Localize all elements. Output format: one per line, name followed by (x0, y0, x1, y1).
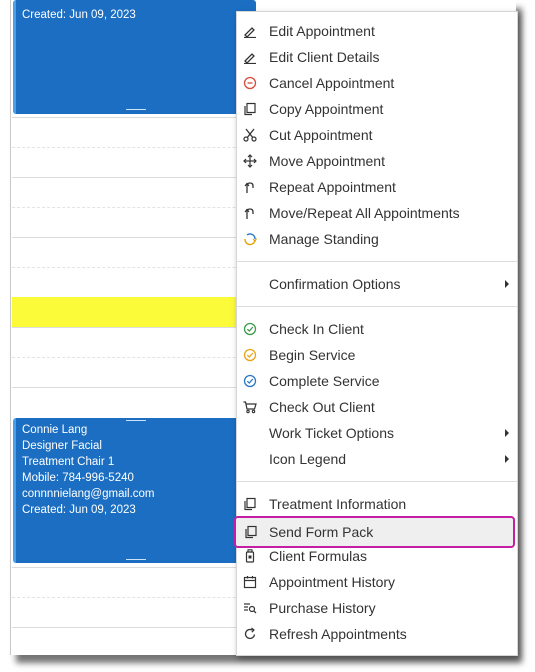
copy-icon (243, 102, 257, 116)
menu-item-confirmation-options[interactable]: Confirmation Options (237, 271, 517, 297)
resize-handle[interactable] (126, 109, 146, 110)
menu-item-cut-appointment[interactable]: Cut Appointment (237, 122, 517, 148)
menu-item-complete-service[interactable]: Complete Service (237, 368, 517, 394)
menu-item-treatment-information[interactable]: Treatment Information (237, 491, 517, 517)
scissors-icon (243, 128, 257, 142)
check-circle-orange-icon (243, 348, 257, 362)
submenu-arrow-icon (505, 429, 509, 437)
menu-item-icon-legend[interactable]: Icon Legend (237, 446, 517, 472)
pencil-icon (243, 24, 257, 39)
appointment-context-menu: Edit Appointment Edit Client Details Can… (234, 11, 518, 656)
appointment-block[interactable]: Connie Lang Designer Facial Treatment Ch… (13, 418, 256, 563)
appointment-created: Created: Jun 09, 2023 (22, 504, 136, 516)
calendar-icon (243, 575, 257, 589)
menu-item-manage-standing[interactable]: Manage Standing (237, 226, 517, 252)
menu-item-check-out-client[interactable]: Check Out Client (237, 394, 517, 420)
check-circle-green-icon (243, 322, 257, 336)
resize-handle[interactable] (126, 420, 146, 421)
appointment-email: connnnielang@gmail.com (22, 488, 155, 500)
appointment-service: Designer Facial (22, 440, 102, 452)
menu-separator (237, 306, 517, 307)
submenu-arrow-icon (505, 455, 509, 463)
menu-item-cancel-appointment[interactable]: Cancel Appointment (237, 70, 517, 96)
appointment-block[interactable]: Created: Jun 09, 2023 (13, 0, 256, 114)
menu-item-move-appointment[interactable]: Move Appointment (237, 148, 517, 174)
list-search-icon (243, 601, 257, 615)
repeat-arrow-icon (243, 180, 257, 194)
move-arrows-icon (243, 154, 257, 168)
resize-handle[interactable] (126, 559, 146, 560)
pencil-icon (243, 50, 257, 65)
appointment-created: Created: Jun 09, 2023 (22, 9, 136, 21)
menu-item-purchase-history[interactable]: Purchase History (237, 595, 517, 621)
copy-icon (243, 497, 257, 511)
menu-item-move-repeat-all[interactable]: Move/Repeat All Appointments (237, 200, 517, 226)
cart-icon (243, 400, 257, 414)
submenu-arrow-icon (505, 280, 509, 288)
appointment-mobile: Mobile: 784-996-5240 (22, 472, 134, 484)
menu-separator (237, 261, 517, 262)
menu-item-edit-client-details[interactable]: Edit Client Details (237, 44, 517, 70)
menu-item-refresh-appointments[interactable]: Refresh Appointments (237, 621, 517, 647)
appointment-resource: Treatment Chair 1 (22, 456, 115, 468)
menu-item-edit-appointment[interactable]: Edit Appointment (237, 18, 517, 44)
appointment-client: Connie Lang (22, 424, 88, 436)
menu-item-repeat-appointment[interactable]: Repeat Appointment (237, 174, 517, 200)
menu-item-check-in-client[interactable]: Check In Client (237, 316, 517, 342)
refresh-icon (243, 627, 257, 641)
menu-item-work-ticket-options[interactable]: Work Ticket Options (237, 420, 517, 446)
menu-separator (237, 481, 517, 482)
menu-item-begin-service[interactable]: Begin Service (237, 342, 517, 368)
check-circle-blue-icon (243, 374, 257, 388)
highlighted-time-slot[interactable] (12, 297, 252, 327)
menu-item-client-formulas[interactable]: Client Formulas (237, 543, 517, 569)
copy-icon (244, 525, 258, 539)
repeat-arrow-icon (243, 206, 257, 220)
menu-item-copy-appointment[interactable]: Copy Appointment (237, 96, 517, 122)
bottle-icon (243, 549, 257, 563)
cancel-circle-icon (243, 76, 257, 90)
menu-item-appointment-history[interactable]: Appointment History (237, 569, 517, 595)
sync-icon (243, 232, 258, 246)
